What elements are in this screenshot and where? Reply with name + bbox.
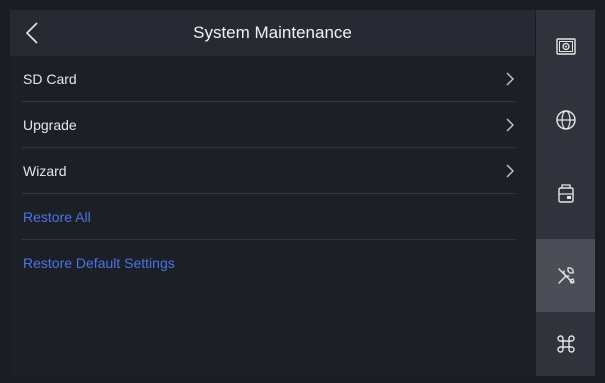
sidebar (536, 10, 595, 376)
chevron-right-icon (506, 118, 514, 132)
device-icon (557, 183, 574, 203)
screen: System Maintenance SD Card Upgrade Wizar… (0, 0, 605, 383)
menu-item-label: Restore Default Settings (23, 255, 175, 271)
sidebar-item-maintenance[interactable] (536, 239, 595, 312)
menu-item-restore-default-settings[interactable]: Restore Default Settings (10, 240, 535, 286)
maintenance-tools-icon (557, 266, 575, 284)
menu-item-label: Wizard (23, 163, 67, 179)
menu-item-wizard[interactable]: Wizard (10, 148, 535, 194)
sidebar-item-device[interactable] (536, 156, 595, 229)
command-icon (556, 335, 575, 353)
menu-item-label: Upgrade (23, 117, 77, 133)
menu-item-restore-all[interactable]: Restore All (10, 194, 535, 240)
chevron-right-icon (506, 164, 514, 178)
sidebar-item-more[interactable] (536, 312, 595, 376)
camera-icon (555, 37, 576, 55)
main-panel: System Maintenance SD Card Upgrade Wizar… (10, 10, 535, 376)
page-title: System Maintenance (193, 23, 352, 42)
header-bar: System Maintenance (10, 10, 535, 56)
sidebar-item-camera[interactable] (536, 10, 595, 83)
maintenance-menu: SD Card Upgrade Wizard Restore All Resto… (10, 56, 535, 286)
menu-item-label: Restore All (23, 209, 91, 225)
globe-icon (555, 109, 576, 130)
back-button[interactable] (16, 16, 48, 50)
menu-item-upgrade[interactable]: Upgrade (10, 102, 535, 148)
chevron-left-icon (25, 22, 38, 44)
chevron-right-icon (506, 72, 514, 86)
sidebar-item-network[interactable] (536, 83, 595, 156)
menu-item-sd-card[interactable]: SD Card (10, 56, 535, 102)
menu-item-label: SD Card (23, 71, 77, 87)
